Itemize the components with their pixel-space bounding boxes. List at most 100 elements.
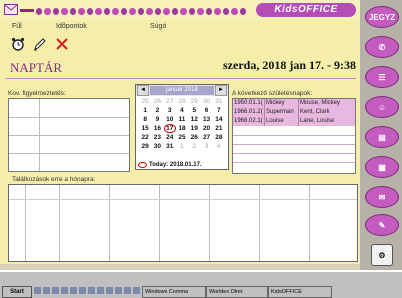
calendar-day[interactable]: 6 (200, 106, 212, 115)
pencil-nav-icon[interactable]: ✎ (365, 214, 399, 236)
taskbar: Start Windows Comma Worldex Olrer KidsOF… (0, 270, 402, 298)
calendar-day[interactable]: 25 (176, 133, 188, 142)
calendar-day[interactable]: 1 (176, 142, 188, 151)
notes-table[interactable] (8, 98, 130, 172)
start-button[interactable]: Start (2, 286, 32, 298)
calendar-day[interactable]: 31 (213, 97, 225, 106)
calendar-days-grid: 25 26 27 28 29 30 31 1 2 3 4 5 6 7 8 9 1… (136, 96, 228, 152)
quicklaunch-icon[interactable] (52, 287, 59, 294)
next-month-button[interactable]: ► (215, 85, 227, 96)
quicklaunch-icon[interactable] (61, 287, 68, 294)
calendar-day[interactable]: 5 (188, 106, 200, 115)
taskbar-item-windows[interactable]: Windows Comma (142, 286, 206, 298)
month-calendar: ◄ január 2018 ► 25 26 27 28 29 30 31 1 2… (135, 84, 229, 170)
calendar-day[interactable]: 30 (200, 97, 212, 106)
calendar-day[interactable]: 20 (200, 124, 212, 133)
events-table[interactable] (8, 184, 358, 262)
birthday-nickname: Superman (265, 108, 299, 117)
taskbar-item-kidsoffice[interactable]: KidsOFFICE (268, 286, 332, 298)
quicklaunch-icon[interactable] (97, 287, 104, 294)
menu-appointments[interactable]: Idõpontok (56, 23, 87, 30)
calendar-day[interactable]: 10 (164, 115, 176, 124)
calendar-day[interactable]: 9 (151, 115, 163, 124)
calendar-day[interactable]: 4 (213, 142, 225, 151)
quicklaunch-icon[interactable] (133, 287, 140, 294)
phone-nav-icon[interactable]: ✆ (365, 36, 399, 58)
table-row[interactable]: 1966.01.2( Superman Kent, Clark (233, 108, 355, 117)
calendar-nav-icon[interactable]: ▦ (365, 156, 399, 178)
calendar-day[interactable]: 2 (188, 142, 200, 151)
quicklaunch-icon[interactable] (88, 287, 95, 294)
calendar-day[interactable]: 15 (139, 124, 151, 133)
calendar-day[interactable]: 30 (151, 142, 163, 151)
calendar-day[interactable]: 29 (139, 142, 151, 151)
calendar-day[interactable]: 16 (151, 124, 163, 133)
calendar-day[interactable]: 7 (213, 106, 225, 115)
calendar-day[interactable]: 24 (164, 133, 176, 142)
calendar-day[interactable]: 13 (200, 115, 212, 124)
calendar-day[interactable]: 4 (176, 106, 188, 115)
edit-pencil-icon[interactable] (32, 36, 48, 52)
document-nav-icon[interactable]: ▤ (365, 126, 399, 148)
calendar-day[interactable]: 26 (188, 133, 200, 142)
envelope-icon[interactable] (4, 4, 18, 15)
calendar-day[interactable]: 27 (164, 97, 176, 106)
prev-month-button[interactable]: ◄ (137, 85, 149, 96)
quicklaunch-icon[interactable] (124, 287, 131, 294)
quicklaunch-icon[interactable] (70, 287, 77, 294)
today-circle-icon (138, 162, 147, 168)
calendar-header: ◄ január 2018 ► (136, 85, 228, 96)
birthday-fullname: Mouse, Mickey (300, 100, 341, 106)
notes-nav-button[interactable]: JEGYZ (365, 6, 399, 28)
quicklaunch-icons (34, 287, 140, 294)
calendar-day[interactable]: 3 (164, 106, 176, 115)
calendar-day[interactable]: 1 (139, 106, 151, 115)
quicklaunch-icon[interactable] (43, 287, 50, 294)
menu-file[interactable]: Fűl (12, 23, 22, 30)
birthday-date: 1966.01.2( (233, 108, 265, 117)
calendar-day[interactable]: 11 (176, 115, 188, 124)
calendar-day[interactable]: 12 (188, 115, 200, 124)
calendar-day[interactable]: 28 (176, 97, 188, 106)
birthdays-table: 1950.01.1( Mickey Mouse, Mickey 1966.01.… (232, 98, 356, 174)
quicklaunch-icon[interactable] (115, 287, 122, 294)
calendar-today-link[interactable]: Today: 2018.01.17. (138, 162, 202, 168)
calendar-day[interactable]: 27 (200, 133, 212, 142)
alarm-clock-icon[interactable] (10, 36, 26, 52)
calendar-day[interactable]: 22 (139, 133, 151, 142)
calendar-day-today[interactable]: 17 (163, 124, 176, 133)
quicklaunch-icon[interactable] (34, 287, 41, 294)
decorative-dots (36, 6, 247, 16)
calendar-day[interactable]: 25 (139, 97, 151, 106)
calendar-day[interactable]: 3 (200, 142, 212, 151)
quicklaunch-icon[interactable] (106, 287, 113, 294)
title-bar: KidsOFFICE (0, 0, 360, 20)
birthday-date: 1968.02.1( (233, 117, 265, 126)
calendar-day[interactable]: 19 (188, 124, 200, 133)
calendar-day[interactable]: 31 (164, 142, 176, 151)
menu-bar: Fűl Idõpontok Súgó (0, 22, 360, 34)
calendar-day[interactable]: 2 (151, 106, 163, 115)
calendar-day[interactable]: 26 (151, 97, 163, 106)
calendar-day[interactable]: 23 (151, 133, 163, 142)
calendar-day[interactable]: 8 (139, 115, 151, 124)
table-row[interactable]: 1950.01.1( Mickey Mouse, Mickey (233, 99, 355, 108)
settings-gear-icon[interactable]: ⚙ (371, 244, 393, 266)
people-nav-icon[interactable]: ☺ (365, 96, 399, 118)
calendar-day[interactable]: 28 (213, 133, 225, 142)
calendar-month-label: január 2018 (150, 86, 214, 95)
taskbar-item-worldex[interactable]: Worldex Olrer (206, 286, 268, 298)
menu-help[interactable]: Súgó (150, 23, 166, 30)
minimize-dash[interactable] (20, 9, 34, 12)
calendar-day[interactable]: 18 (176, 124, 188, 133)
calendar-day[interactable]: 21 (213, 124, 225, 133)
mail-nav-icon[interactable]: ✉ (365, 186, 399, 208)
calendar-day[interactable]: 14 (213, 115, 225, 124)
quicklaunch-icon[interactable] (79, 287, 86, 294)
delete-x-icon[interactable] (54, 36, 70, 52)
table-row[interactable]: 1968.02.1( Louise Lane, Louise (233, 117, 355, 126)
birthday-nickname: Louise (265, 117, 299, 126)
address-book-nav-icon[interactable]: ☰ (365, 66, 399, 88)
calendar-day[interactable]: 29 (188, 97, 200, 106)
sidebar: JEGYZ ✆ ☰ ☺ ▤ ▦ ✉ ✎ ⚙ (360, 0, 402, 270)
